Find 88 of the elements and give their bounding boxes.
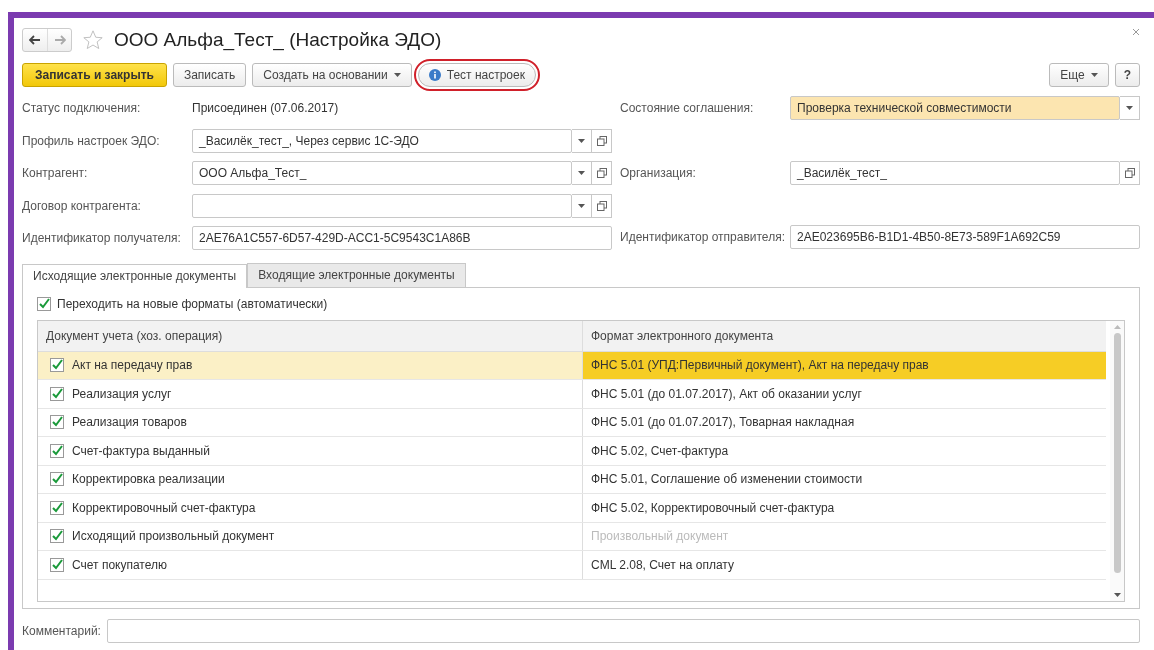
open-button[interactable] xyxy=(592,128,612,153)
table-cell: ФНС 5.01 (УПД:Первичный документ), Акт на передачу прав xyxy=(591,358,929,373)
open-window-icon xyxy=(1124,167,1135,178)
field-label: Состояние соглашения: xyxy=(620,101,755,116)
scroll-up-arrow-icon[interactable] xyxy=(1113,324,1121,329)
field-label: Договор контрагента: xyxy=(22,198,142,213)
dropdown-button[interactable] xyxy=(572,161,592,186)
forward-arrow-icon xyxy=(53,35,66,45)
toolbar-button[interactable]: Записать xyxy=(172,63,247,87)
table-cell: CML 2.08, Счет на оплату xyxy=(591,557,734,572)
checkbox[interactable] xyxy=(50,358,64,373)
table-row[interactable]: Реализация услуг ФНС 5.01 (до 01.07.2017), Акт об оказании услуг xyxy=(38,380,1106,409)
window-title: ООО Альфа_Тест_ (Настройка ЭДО) xyxy=(114,29,443,51)
field-label: Контрагент: xyxy=(22,166,89,181)
table-row[interactable]: Корректировка реализации ФНС 5.01, Соглашение об изменении стоимости xyxy=(38,465,1106,494)
field-label: Организация: xyxy=(620,165,697,180)
column-header: Документ учета (хоз. операция) xyxy=(38,320,583,351)
scroll-down-arrow-icon[interactable] xyxy=(1113,592,1121,597)
field-label: Статус подключения: xyxy=(22,101,142,116)
tab[interactable]: Исходящие электронные документы xyxy=(22,263,248,288)
close-icon[interactable] xyxy=(1132,28,1140,36)
table-cell: ФНС 5.01, Соглашение об изменении стоимости xyxy=(591,472,863,487)
input-field[interactable] xyxy=(192,193,572,218)
caret-icon xyxy=(578,203,585,208)
input-field[interactable]: 2AE023695B6-B1D1-4B50-8E73-589F1A692C59 xyxy=(790,225,1140,250)
dropdown-button[interactable] xyxy=(572,193,592,218)
table-cell: Реализация товаров xyxy=(72,415,187,430)
checkbox[interactable] xyxy=(50,557,64,572)
table-cell: Корректировочный счет-фактура xyxy=(72,500,256,515)
checkbox[interactable] xyxy=(50,500,64,515)
table-cell: ФНС 5.02, Корректировочный счет-фактура xyxy=(591,500,835,515)
checkbox[interactable] xyxy=(50,415,64,430)
toolbar-button[interactable]: Записать и закрыть xyxy=(22,63,167,87)
dropdown-button[interactable] xyxy=(1120,96,1140,121)
field-label: Идентификатор получателя: xyxy=(22,231,182,246)
caret-icon xyxy=(578,171,585,176)
open-button[interactable] xyxy=(1120,160,1140,185)
open-button[interactable] xyxy=(592,193,612,218)
checkbox[interactable] xyxy=(50,443,64,458)
table-cell: Исходящий произвольный документ xyxy=(72,529,275,544)
checkbox[interactable] xyxy=(50,529,64,544)
checkbox[interactable] xyxy=(50,386,64,401)
input-field[interactable]: ООО Альфа_Тест_ xyxy=(192,161,572,186)
star-icon[interactable] xyxy=(82,29,104,51)
toolbar-button[interactable]: Еще xyxy=(1049,63,1109,87)
table-row[interactable]: Счет-фактура выданный ФНС 5.02, Счет-фактура xyxy=(38,437,1106,466)
toolbar-button[interactable]: Создать на основании xyxy=(252,63,412,87)
checkbox[interactable] xyxy=(50,472,64,487)
field-label: Профиль настроек ЭДО: xyxy=(22,133,161,148)
field-label: Комментарий: xyxy=(22,623,101,638)
table-cell: ФНС 5.01 (до 01.07.2017), Товарная накладная xyxy=(591,415,855,430)
caret-icon xyxy=(1126,106,1133,111)
tab[interactable]: Входящие электронные документы xyxy=(247,262,466,287)
open-window-icon xyxy=(596,200,607,211)
caret-icon xyxy=(1090,73,1098,77)
input-field[interactable]: Проверка технической совместимости xyxy=(790,96,1120,121)
table-row[interactable]: Реализация товаров ФНС 5.01 (до 01.07.2017), Товарная накладная xyxy=(38,408,1106,437)
dropdown-button[interactable] xyxy=(572,128,592,153)
table-cell: Акт на передачу прав xyxy=(72,358,193,373)
caret-icon xyxy=(578,138,585,143)
table-cell: Произвольный документ xyxy=(591,529,729,544)
caret-icon xyxy=(393,73,401,77)
open-window-icon xyxy=(596,135,607,146)
checkbox[interactable] xyxy=(37,296,51,311)
input-field[interactable]: _Василёк_тест_ xyxy=(790,160,1120,185)
back-arrow-icon xyxy=(29,35,41,45)
toolbar-button[interactable]: ? xyxy=(1114,63,1140,87)
field-label: Идентификатор отправителя: xyxy=(620,230,786,245)
info-icon xyxy=(428,69,441,81)
table-cell: ФНС 5.01 (до 01.07.2017), Акт об оказании услуг xyxy=(591,386,862,401)
input-field[interactable]: _Василёк_тест_, Через сервис 1С-ЭДО xyxy=(192,128,572,153)
table-row[interactable]: Счет покупателю CML 2.08, Счет на оплату xyxy=(38,551,1106,580)
table-cell: Счет-фактура выданный xyxy=(72,443,210,458)
comment-field[interactable] xyxy=(106,618,1140,643)
table-row[interactable]: Исходящий произвольный документ Произвольный документ xyxy=(38,522,1106,551)
scrollbar[interactable] xyxy=(1110,320,1124,601)
table-cell: ФНС 5.02, Счет-фактура xyxy=(591,443,729,458)
status-text: Присоединен (07.06.2017) xyxy=(192,101,339,116)
table-row[interactable]: Акт на передачу прав ФНС 5.01 (УПД:Первичный документ), Акт на передачу прав xyxy=(38,351,1106,380)
checkbox-label: Переходить на новые форматы (автоматически) xyxy=(57,296,328,311)
column-header: Формат электронного документа xyxy=(590,327,775,345)
table-cell: Реализация услуг xyxy=(72,386,172,401)
open-button[interactable] xyxy=(592,161,612,186)
open-window-icon xyxy=(596,168,607,179)
table-row[interactable]: Корректировочный счет-фактура ФНС 5.02, Корректировочный счет-фактура xyxy=(38,494,1106,523)
table-cell: Корректировка реализации xyxy=(72,472,225,487)
table-cell: Счет покупателю xyxy=(72,557,167,572)
input-field[interactable]: 2AE76A1C557-6D57-429D-ACC1-5C9543C1A86B xyxy=(192,226,612,251)
